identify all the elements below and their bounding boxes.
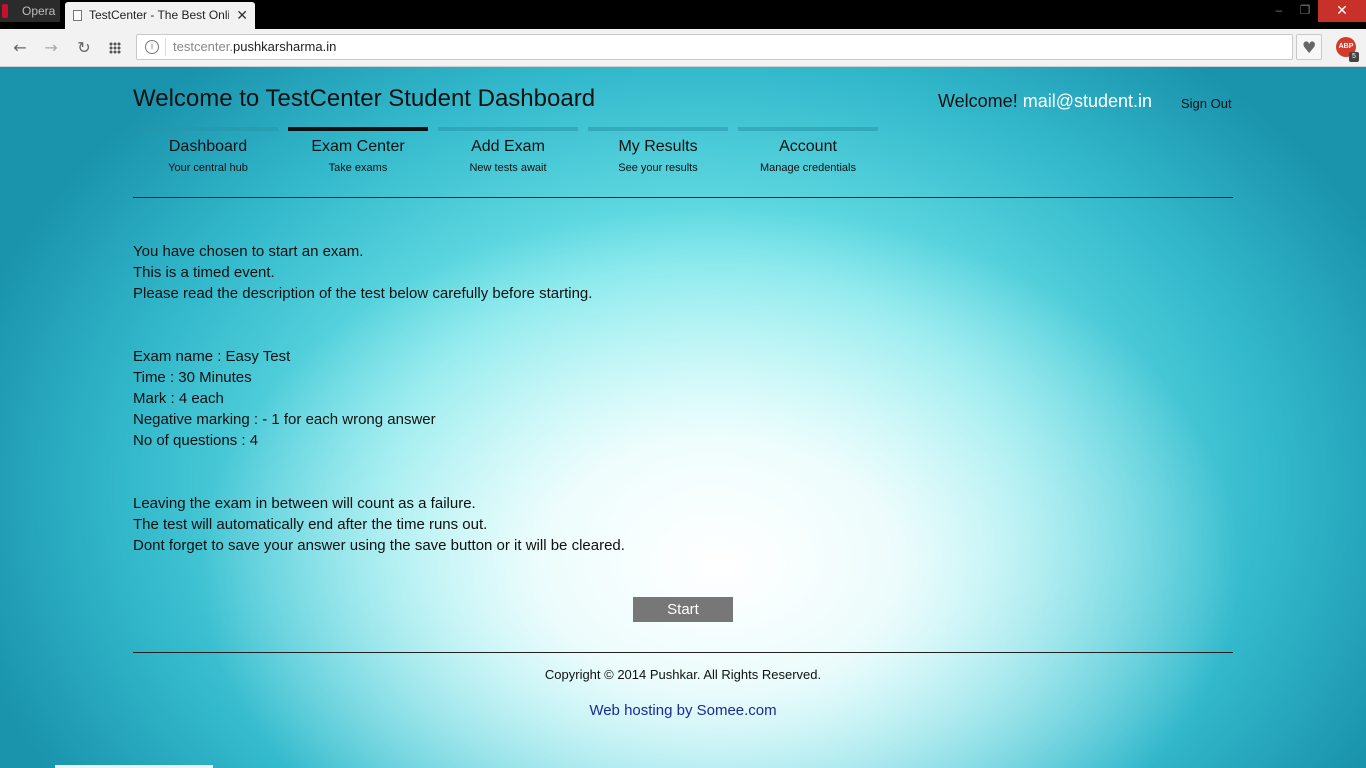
header-divider [133, 197, 1233, 198]
url-prefix: testcenter. [173, 39, 233, 54]
browser-toolbar: ← → ↻ i testcenter.pushkarsharma.in [0, 29, 1366, 67]
menu-item-add-exam[interactable]: Add Exam New tests await [438, 127, 578, 177]
page-title: Welcome to TestCenter Student Dashboard [133, 85, 596, 112]
start-exam-button[interactable]: Start [633, 597, 733, 622]
exam-name: Exam name : Easy Test [133, 348, 291, 365]
welcome-label: Welcome! [938, 91, 1018, 111]
tab-title: TestCenter - The Best Onli [89, 8, 229, 22]
menu-item-label: My Results [618, 138, 698, 155]
footer-divider [133, 652, 1233, 653]
intro-line: Please read the description of the test … [133, 285, 593, 302]
url-text[interactable]: testcenter.pushkarsharma.in [173, 39, 336, 54]
menu-item-account[interactable]: Account Manage credentials [738, 127, 878, 177]
browser-titlebar: Opera TestCenter - The Best Onli ✕ – ❐ ✕ [0, 0, 1366, 29]
welcome-message: Welcome! mail@student.in [938, 91, 1152, 112]
menu-item-dashboard[interactable]: Dashboard Your central hub [138, 127, 278, 177]
opera-menu-button[interactable]: Opera [0, 0, 60, 22]
forward-arrow-icon[interactable]: → [41, 38, 61, 58]
url-domain: pushkarsharma.in [232, 39, 337, 54]
rule-line: The test will automatically end after th… [133, 516, 488, 533]
rule-line: Dont forget to save your answer using th… [133, 537, 625, 554]
back-arrow-icon[interactable]: ← [10, 38, 30, 58]
menu-item-label: Dashboard [168, 138, 248, 155]
page-icon [73, 10, 82, 21]
tab-close-icon[interactable]: ✕ [236, 7, 248, 24]
page-viewport: Welcome to TestCenter Student Dashboard … [0, 67, 1366, 768]
exam-negative-marking: Negative marking : - 1 for each wrong an… [133, 411, 436, 428]
intro-line: This is a timed event. [133, 264, 275, 281]
hosting-link[interactable]: Web hosting by Somee.com [0, 702, 1366, 719]
heart-icon: ♥ [1302, 38, 1317, 57]
minimize-icon[interactable]: – [1266, 0, 1292, 22]
speed-dial-icon[interactable] [106, 38, 126, 58]
adblock-count-badge: 5 [1349, 52, 1359, 62]
opera-label: Opera [22, 4, 56, 18]
menu-item-label: Account [779, 138, 837, 155]
site-info-icon[interactable]: i [145, 40, 159, 54]
exam-question-count: No of questions : 4 [133, 432, 259, 449]
intro-line: You have chosen to start an exam. [133, 243, 364, 260]
rule-line: Leaving the exam in between will count a… [133, 495, 476, 512]
exam-rules: Leaving the exam in between will count a… [133, 493, 625, 556]
restore-icon[interactable]: ❐ [1292, 0, 1318, 22]
menu-item-subtitle: Your central hub [168, 162, 248, 174]
opera-logo-icon [2, 4, 8, 18]
user-email: mail@student.in [1022, 91, 1153, 111]
exam-details: Exam name : Easy Test Time : 30 Minutes … [133, 346, 436, 451]
reload-icon[interactable]: ↻ [74, 38, 94, 58]
menu-item-subtitle: Take exams [328, 162, 388, 174]
menu-item-exam-center[interactable]: Exam Center Take exams [288, 127, 428, 177]
menu-item-label: Exam Center [311, 138, 405, 155]
menu-item-subtitle: New tests await [469, 162, 547, 174]
sign-out-link[interactable]: Sign Out [1181, 96, 1232, 111]
main-menu: Dashboard Your central hub Exam Center T… [138, 127, 883, 177]
intro-text: You have chosen to start an exam. This i… [133, 241, 592, 304]
menu-item-label: Add Exam [471, 138, 545, 155]
address-bar[interactable]: i testcenter.pushkarsharma.in [136, 34, 1293, 60]
browser-tab[interactable]: TestCenter - The Best Onli ✕ [65, 2, 255, 29]
menu-item-my-results[interactable]: My Results See your results [588, 127, 728, 177]
exam-mark: Mark : 4 each [133, 390, 224, 407]
stash-button[interactable]: ♥ [1296, 34, 1322, 60]
copyright-text: Copyright © 2014 Pushkar. All Rights Res… [544, 667, 822, 682]
window-close-icon[interactable]: ✕ [1318, 0, 1366, 22]
menu-item-subtitle: See your results [618, 162, 698, 174]
menu-item-subtitle: Manage credentials [759, 162, 856, 174]
exam-time: Time : 30 Minutes [133, 369, 252, 386]
address-divider [165, 38, 166, 56]
